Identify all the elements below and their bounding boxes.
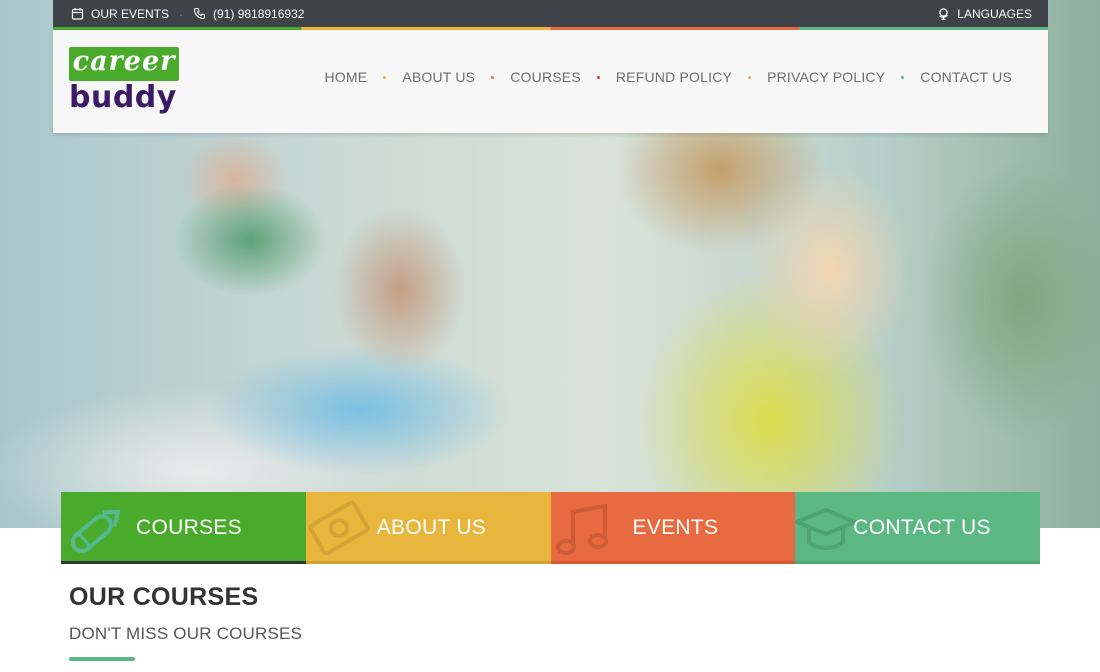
nav-dot bbox=[748, 75, 752, 79]
phone-icon bbox=[193, 7, 206, 20]
feature-underline bbox=[550, 561, 796, 564]
nav-dot bbox=[901, 75, 905, 79]
phone-number: (91) 9818916932 bbox=[213, 6, 305, 21]
top-bar: OUR EVENTS · (91) 9818916932 LANGUAGES bbox=[53, 0, 1048, 27]
nav-refund-policy[interactable]: REFUND POLICY bbox=[616, 69, 732, 85]
feature-underline bbox=[795, 561, 1040, 564]
pencil-icon bbox=[63, 502, 127, 564]
nav-contact-us[interactable]: CONTACT US bbox=[920, 69, 1012, 85]
feature-about-us[interactable]: ABOUT US bbox=[305, 492, 551, 564]
feature-events-label: EVENTS bbox=[632, 516, 719, 539]
feature-courses[interactable]: COURSES bbox=[61, 492, 306, 564]
feature-underline bbox=[61, 561, 306, 564]
site-header: career buddy HOME ABOUT US COURSES REFUN… bbox=[53, 30, 1048, 133]
nav-privacy-policy[interactable]: PRIVACY POLICY bbox=[767, 69, 885, 85]
feature-events[interactable]: EVENTS bbox=[550, 492, 796, 564]
section-title: OUR COURSES bbox=[69, 583, 259, 611]
nav-courses[interactable]: COURSES bbox=[510, 69, 581, 85]
feature-contact-us[interactable]: CONTACT US bbox=[795, 492, 1040, 564]
nav-home[interactable]: HOME bbox=[325, 69, 368, 85]
feature-about-us-label: ABOUT US bbox=[376, 516, 487, 539]
topbar-separator: · bbox=[178, 5, 184, 22]
languages-label: LANGUAGES bbox=[957, 6, 1032, 21]
music-note-icon bbox=[553, 500, 615, 564]
nav-dot bbox=[383, 75, 387, 79]
languages-button[interactable]: LANGUAGES bbox=[937, 7, 1032, 21]
graduation-cap-icon bbox=[795, 500, 861, 564]
page: OUR EVENTS · (91) 9818916932 LANGUAGES c… bbox=[0, 0, 1100, 672]
logo-buddy-text: buddy bbox=[69, 80, 177, 115]
phone-link[interactable]: (91) 9818916932 bbox=[193, 7, 304, 21]
section-divider bbox=[69, 657, 135, 661]
site-logo[interactable]: career buddy bbox=[69, 47, 181, 121]
feature-boxes: COURSES ABOUT US EVENTS CONTACT US bbox=[61, 492, 1040, 564]
money-icon bbox=[306, 498, 372, 564]
our-events-link[interactable]: OUR EVENTS bbox=[71, 7, 169, 21]
feature-underline bbox=[305, 561, 551, 564]
feature-courses-label: COURSES bbox=[136, 516, 242, 539]
calendar-icon bbox=[71, 7, 84, 20]
logo-career-text: career bbox=[69, 47, 179, 81]
our-events-label: OUR EVENTS bbox=[91, 6, 170, 21]
nav-dot bbox=[596, 75, 600, 79]
main-nav: HOME ABOUT US COURSES REFUND POLICY PRIV… bbox=[325, 69, 1013, 85]
nav-dot bbox=[491, 75, 495, 79]
globe-icon bbox=[937, 7, 950, 20]
nav-about-us[interactable]: ABOUT US bbox=[402, 69, 475, 85]
section-subtitle: DON'T MISS OUR COURSES bbox=[69, 624, 303, 643]
feature-contact-us-label: CONTACT US bbox=[853, 516, 991, 539]
